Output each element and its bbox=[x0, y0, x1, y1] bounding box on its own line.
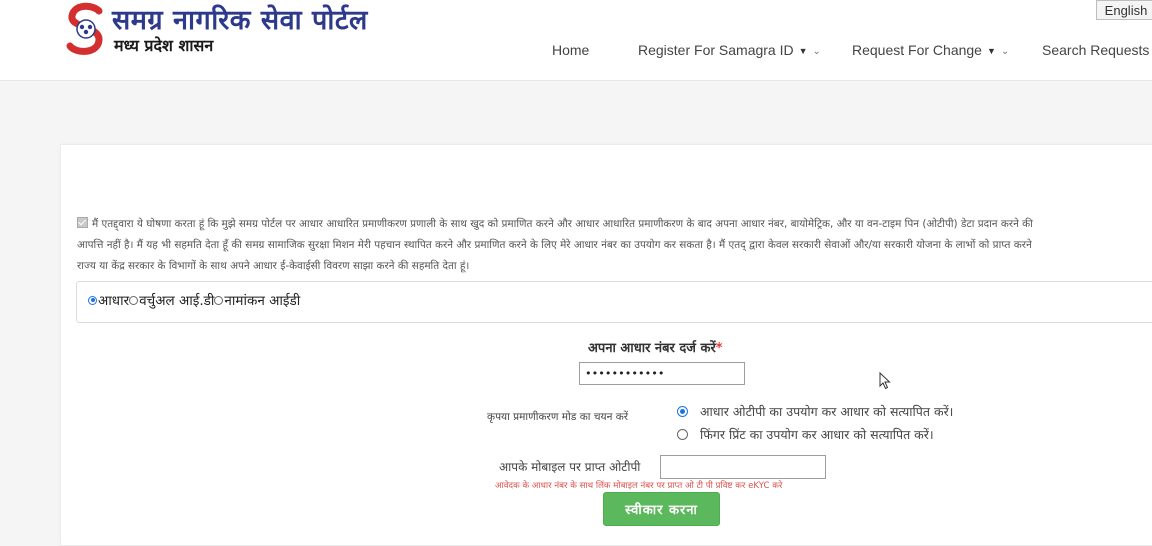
consent-line-3: राज्य या केंद्र सरकार के विभागों के साथ … bbox=[77, 260, 470, 272]
portal-title: समग्र नागरिक सेवा पोर्टल bbox=[112, 5, 368, 36]
consent-declaration: मैं एतद्द्वारा ये घोषणा करता हूं कि मुझे… bbox=[77, 214, 1152, 277]
caret-down-icon: ▼ bbox=[986, 46, 996, 56]
nav-search-label: Search Requests bbox=[1042, 42, 1150, 58]
portal-subtitle: मध्य प्रदेश शासन bbox=[114, 36, 214, 55]
radio-auth-fingerprint[interactable] bbox=[677, 429, 688, 440]
nav-home-label: Home bbox=[552, 42, 590, 58]
samagra-logo-icon[interactable] bbox=[66, 2, 106, 56]
consent-line-2: आपत्ति नहीं है। मैं यह भी सहमति देता हूँ… bbox=[77, 239, 1032, 251]
nav-request-for-change[interactable]: Request For Change ▼ ⌄ bbox=[852, 42, 1009, 58]
id-option-enrolment-id[interactable]: नामांकन आईडी bbox=[224, 291, 300, 309]
nav-register-label: Register For Samagra ID bbox=[638, 42, 794, 58]
radio-virtual-id[interactable] bbox=[129, 295, 139, 305]
chevron-down-icon: ⌄ bbox=[1000, 46, 1010, 57]
required-mark: * bbox=[715, 341, 723, 356]
otp-hint: आवेदक के आधार नंबर के साथ लिंक मोबाइल नं… bbox=[495, 481, 783, 491]
auth-option-fingerprint[interactable]: फिंगर प्रिंट का उपयोग कर आधार को सत्यापि… bbox=[677, 426, 934, 443]
mouse-pointer-icon bbox=[879, 372, 891, 390]
caret-down-icon: ▼ bbox=[798, 46, 808, 56]
site-header: समग्र नागरिक सेवा पोर्टल मध्य प्रदेश शास… bbox=[0, 0, 1152, 81]
otp-input[interactable] bbox=[660, 455, 826, 479]
id-type-selector: आधार वर्चुअल आई.डी नामांकन आईडी bbox=[88, 291, 300, 309]
otp-label: आपके मोबाइल पर प्राप्त ओटीपी bbox=[499, 460, 641, 474]
radio-auth-otp[interactable] bbox=[677, 406, 688, 417]
nav-home[interactable]: Home bbox=[552, 42, 589, 58]
consent-text-1: मैं एतद्द्वारा ये घोषणा करता हूं कि मुझे… bbox=[92, 218, 1033, 230]
radio-enrolment-id[interactable] bbox=[214, 295, 224, 305]
consent-checkbox[interactable] bbox=[77, 217, 88, 228]
chevron-down-icon: ⌄ bbox=[812, 46, 821, 57]
auth-otp-text[interactable]: आधार ओटीपी का उपयोग कर आधार को सत्यापित … bbox=[700, 403, 953, 420]
aadhaar-number-label: अपना आधार नंबर दर्ज करें* bbox=[588, 338, 723, 356]
consent-line-1: मैं एतद्द्वारा ये घोषणा करता हूं कि मुझे… bbox=[77, 214, 1152, 235]
id-option-aadhaar[interactable]: आधार bbox=[98, 291, 129, 309]
language-toggle-button[interactable]: English bbox=[1096, 0, 1152, 20]
auth-fingerprint-text[interactable]: फिंगर प्रिंट का उपयोग कर आधार को सत्यापि… bbox=[700, 426, 934, 443]
nav-register-samagra-id[interactable]: Register For Samagra ID ▼ ⌄ bbox=[638, 42, 821, 58]
auth-option-otp[interactable]: आधार ओटीपी का उपयोग कर आधार को सत्यापित … bbox=[677, 403, 953, 420]
accept-submit-button[interactable]: स्वीकार करना bbox=[603, 492, 720, 526]
aadhaar-number-input[interactable] bbox=[579, 362, 745, 385]
radio-aadhaar[interactable] bbox=[88, 295, 97, 305]
id-option-virtual-id[interactable]: वर्चुअल आई.डी bbox=[139, 291, 214, 309]
auth-mode-label: कृपया प्रमाणीकरण मोड का चयन करें bbox=[487, 411, 629, 423]
nav-search-requests[interactable]: Search Requests bbox=[1042, 42, 1149, 58]
nav-request-change-label: Request For Change bbox=[852, 42, 982, 58]
aadhaar-label-text: अपना आधार नंबर दर्ज करें bbox=[588, 341, 716, 356]
